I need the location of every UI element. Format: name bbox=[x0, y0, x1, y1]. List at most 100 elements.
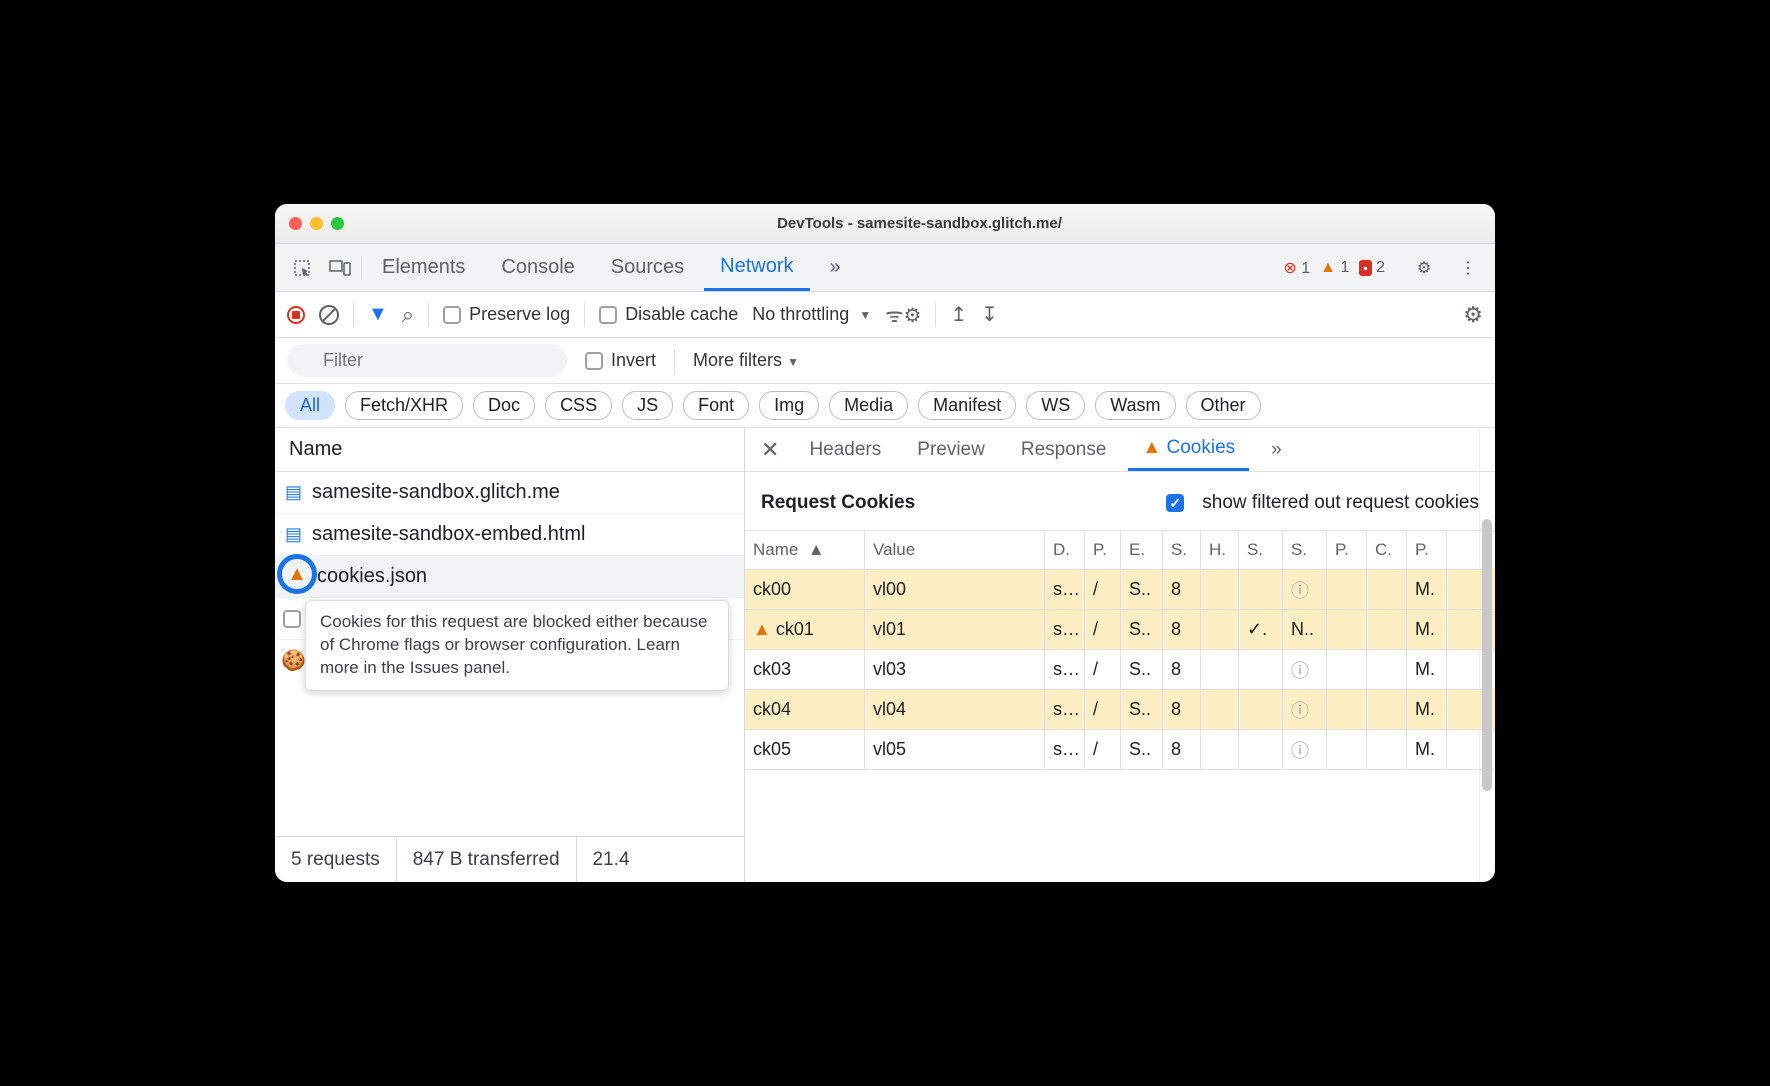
inspect-icon[interactable] bbox=[285, 258, 319, 278]
detail-tab-more[interactable]: » bbox=[1257, 428, 1296, 471]
cookie-cell: 8 bbox=[1163, 650, 1201, 689]
chip-all[interactable]: All bbox=[285, 391, 335, 420]
cookie-cell bbox=[1201, 650, 1239, 689]
col-name[interactable]: Name ▲ bbox=[745, 531, 865, 569]
chip-js[interactable]: JS bbox=[622, 391, 673, 420]
download-har-icon[interactable]: ↧ bbox=[981, 302, 998, 327]
more-filters-dropdown[interactable]: More filters ▼ bbox=[693, 350, 799, 371]
cookie-row[interactable]: ck04vl04s…/S..8ⓘM. bbox=[745, 690, 1495, 730]
close-window-button[interactable] bbox=[289, 217, 302, 230]
col-p3[interactable]: P. bbox=[1407, 531, 1447, 569]
detail-tab-headers[interactable]: Headers bbox=[795, 428, 895, 471]
disable-cache-checkbox[interactable]: Disable cache bbox=[599, 304, 738, 325]
chip-css[interactable]: CSS bbox=[545, 391, 612, 420]
window-controls bbox=[289, 217, 344, 230]
chip-font[interactable]: Font bbox=[683, 391, 749, 420]
tab-more[interactable]: » bbox=[814, 244, 857, 291]
info-icon: ⓘ bbox=[1291, 697, 1309, 723]
col-p[interactable]: P. bbox=[1085, 531, 1121, 569]
col-h[interactable]: H. bbox=[1201, 531, 1239, 569]
cookie-cell bbox=[1367, 570, 1407, 609]
separator bbox=[353, 303, 354, 327]
cookie-cell: ck05 bbox=[745, 730, 865, 769]
cookie-row[interactable]: ▲ ck01vl01s…/S..8✓.N..M. bbox=[745, 610, 1495, 650]
scrollbar[interactable] bbox=[1479, 428, 1493, 882]
chip-img[interactable]: Img bbox=[759, 391, 819, 420]
cookie-cell: N.. bbox=[1283, 610, 1327, 649]
request-row[interactable]: cookies.json bbox=[275, 556, 744, 598]
chip-ws[interactable]: WS bbox=[1026, 391, 1085, 420]
separator bbox=[361, 256, 362, 280]
col-p2[interactable]: P. bbox=[1327, 531, 1367, 569]
throttling-select[interactable]: No throttling▼ bbox=[752, 304, 871, 325]
invert-checkbox[interactable]: Invert bbox=[585, 350, 656, 371]
scroll-thumb[interactable] bbox=[1482, 519, 1492, 791]
record-button[interactable] bbox=[287, 306, 305, 324]
col-value[interactable]: Value bbox=[865, 531, 1045, 569]
detail-tab-preview[interactable]: Preview bbox=[903, 428, 999, 471]
preserve-log-checkbox[interactable]: Preserve log bbox=[443, 304, 570, 325]
tab-console[interactable]: Console bbox=[485, 244, 590, 291]
cookie-cell: s… bbox=[1045, 690, 1085, 729]
cookie-cell bbox=[1367, 730, 1407, 769]
detail-tab-cookies[interactable]: ▲ Cookies bbox=[1128, 428, 1249, 471]
window-title: DevTools - samesite-sandbox.glitch.me/ bbox=[358, 215, 1481, 232]
kebab-menu-icon[interactable]: ⋮ bbox=[1451, 258, 1485, 278]
search-icon[interactable]: ⌕ bbox=[402, 302, 414, 328]
cookie-cell: vl01 bbox=[865, 610, 1045, 649]
info-icon: ⓘ bbox=[1291, 657, 1309, 683]
cookie-row[interactable]: ck00vl00s…/S..8ⓘM. bbox=[745, 570, 1495, 610]
clear-button[interactable] bbox=[319, 305, 339, 325]
maximize-window-button[interactable] bbox=[331, 217, 344, 230]
request-list-pane: Name ▤ samesite-sandbox.glitch.me ▤ same… bbox=[275, 428, 745, 882]
cookie-cell: ck04 bbox=[745, 690, 865, 729]
detail-tab-response[interactable]: Response bbox=[1007, 428, 1121, 471]
network-conditions-icon[interactable]: ᯤ⚙ bbox=[885, 301, 921, 328]
cookie-cell: vl03 bbox=[865, 650, 1045, 689]
col-e[interactable]: E. bbox=[1121, 531, 1163, 569]
cookie-cell: vl05 bbox=[865, 730, 1045, 769]
cookie-cell: s… bbox=[1045, 570, 1085, 609]
settings-icon[interactable]: ⚙ bbox=[1407, 258, 1441, 278]
col-d[interactable]: D. bbox=[1045, 531, 1085, 569]
chip-doc[interactable]: Doc bbox=[473, 391, 535, 420]
cookie-cell: S.. bbox=[1121, 570, 1163, 609]
cookie-row[interactable]: ck05vl05s…/S..8ⓘM. bbox=[745, 730, 1495, 770]
network-settings-icon[interactable]: ⚙ bbox=[1463, 302, 1483, 328]
col-s2[interactable]: S. bbox=[1239, 531, 1283, 569]
upload-har-icon[interactable]: ↥ bbox=[950, 302, 967, 327]
show-filtered-checkbox[interactable]: show filtered out request cookies bbox=[1166, 492, 1479, 514]
issues-count[interactable]: ▪ 2 bbox=[1359, 259, 1385, 277]
warning-triangle-icon: ▲ bbox=[287, 563, 307, 586]
col-s3[interactable]: S. bbox=[1283, 531, 1327, 569]
minimize-window-button[interactable] bbox=[310, 217, 323, 230]
chip-media[interactable]: Media bbox=[829, 391, 908, 420]
cookie-cell: 8 bbox=[1163, 610, 1201, 649]
chip-wasm[interactable]: Wasm bbox=[1095, 391, 1175, 420]
cookie-cell bbox=[1201, 610, 1239, 649]
cookie-cell: 8 bbox=[1163, 730, 1201, 769]
warning-count[interactable]: ▲ 1 bbox=[1320, 259, 1349, 277]
filter-bar: ▽ Invert More filters ▼ bbox=[275, 338, 1495, 384]
main-tabbar: Elements Console Sources Network » ⊗ 1 ▲… bbox=[275, 244, 1495, 292]
request-row[interactable]: ▤ samesite-sandbox-embed.html bbox=[275, 514, 744, 556]
column-header-name[interactable]: Name bbox=[275, 428, 744, 472]
request-name: samesite-sandbox.glitch.me bbox=[312, 481, 560, 504]
cookie-cell: / bbox=[1085, 650, 1121, 689]
close-detail-icon[interactable]: ✕ bbox=[753, 437, 787, 463]
tab-sources[interactable]: Sources bbox=[595, 244, 700, 291]
filter-input[interactable] bbox=[287, 344, 567, 377]
filter-toggle-icon[interactable]: ▼ bbox=[368, 303, 388, 326]
cookie-row[interactable]: ck03vl03s…/S..8ⓘM. bbox=[745, 650, 1495, 690]
chip-other[interactable]: Other bbox=[1186, 391, 1261, 420]
request-row[interactable]: ▤ samesite-sandbox.glitch.me bbox=[275, 472, 744, 514]
separator bbox=[935, 303, 936, 327]
device-toggle-icon[interactable] bbox=[323, 259, 357, 277]
error-count[interactable]: ⊗ 1 bbox=[1283, 258, 1310, 278]
chip-fetch-xhr[interactable]: Fetch/XHR bbox=[345, 391, 463, 420]
tab-network[interactable]: Network bbox=[704, 244, 809, 291]
col-c[interactable]: C. bbox=[1367, 531, 1407, 569]
chip-manifest[interactable]: Manifest bbox=[918, 391, 1016, 420]
col-s[interactable]: S. bbox=[1163, 531, 1201, 569]
tab-elements[interactable]: Elements bbox=[366, 244, 481, 291]
